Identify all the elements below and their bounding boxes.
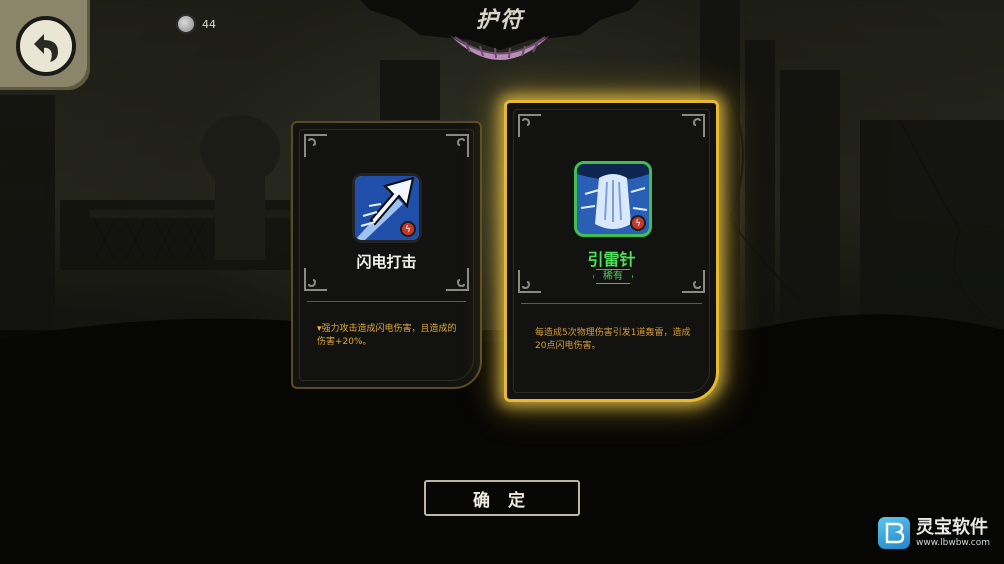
coin-count: 44 (202, 17, 216, 31)
watermark-logo-icon (878, 517, 910, 549)
title-banner: 护符 (330, 0, 670, 80)
currency-display: 44 (176, 14, 216, 34)
watermark-text: 灵宝软件 www.lbwbw.com (916, 516, 991, 549)
watermark-title: 灵宝软件 (916, 516, 988, 538)
lightning-strike-icon: ϟ (352, 173, 422, 243)
corner-ornament-icon (304, 134, 327, 157)
watermark-url: www.lbwbw.com (916, 537, 991, 548)
talisman-card-lightning-rod[interactable]: ϟ 引雷针 稀有 每造成5次物理伤害引发1道轰雷，造成20点闪电伤害。 (504, 100, 719, 402)
element-badge-icon: ϟ (400, 221, 416, 237)
card-name: 闪电打击 (356, 253, 417, 271)
back-button[interactable] (0, 0, 90, 90)
corner-ornament-icon (446, 134, 469, 157)
card-description: 每造成5次物理伤害引发1道轰雷，造成20点闪电伤害。 (535, 328, 691, 351)
corner-ornament-icon (518, 270, 541, 293)
watermark: 灵宝软件 www.lbwbw.com (878, 517, 990, 549)
element-badge-icon: ϟ (630, 215, 646, 231)
card-divider (307, 301, 466, 302)
back-arrow-icon (16, 16, 76, 76)
corner-ornament-icon (518, 114, 541, 137)
card-description: ▾强力攻击造成闪电伤害，且造成的伤害+20%。 (317, 324, 457, 347)
talisman-card-lightning-strike[interactable]: ϟ 闪电打击 ▾强力攻击造成闪电伤害，且造成的伤害+20%。 (291, 121, 482, 389)
corner-ornament-icon (682, 270, 705, 293)
lightning-rod-icon: ϟ (574, 161, 652, 237)
rarity-badge: 稀有 (593, 269, 633, 284)
card-divider (521, 303, 702, 304)
page-title: 护符 (475, 8, 524, 33)
confirm-button[interactable]: 确 定 (424, 480, 580, 516)
corner-ornament-icon (682, 114, 705, 137)
card-name: 引雷针 (587, 250, 636, 269)
coin-icon (176, 14, 196, 34)
